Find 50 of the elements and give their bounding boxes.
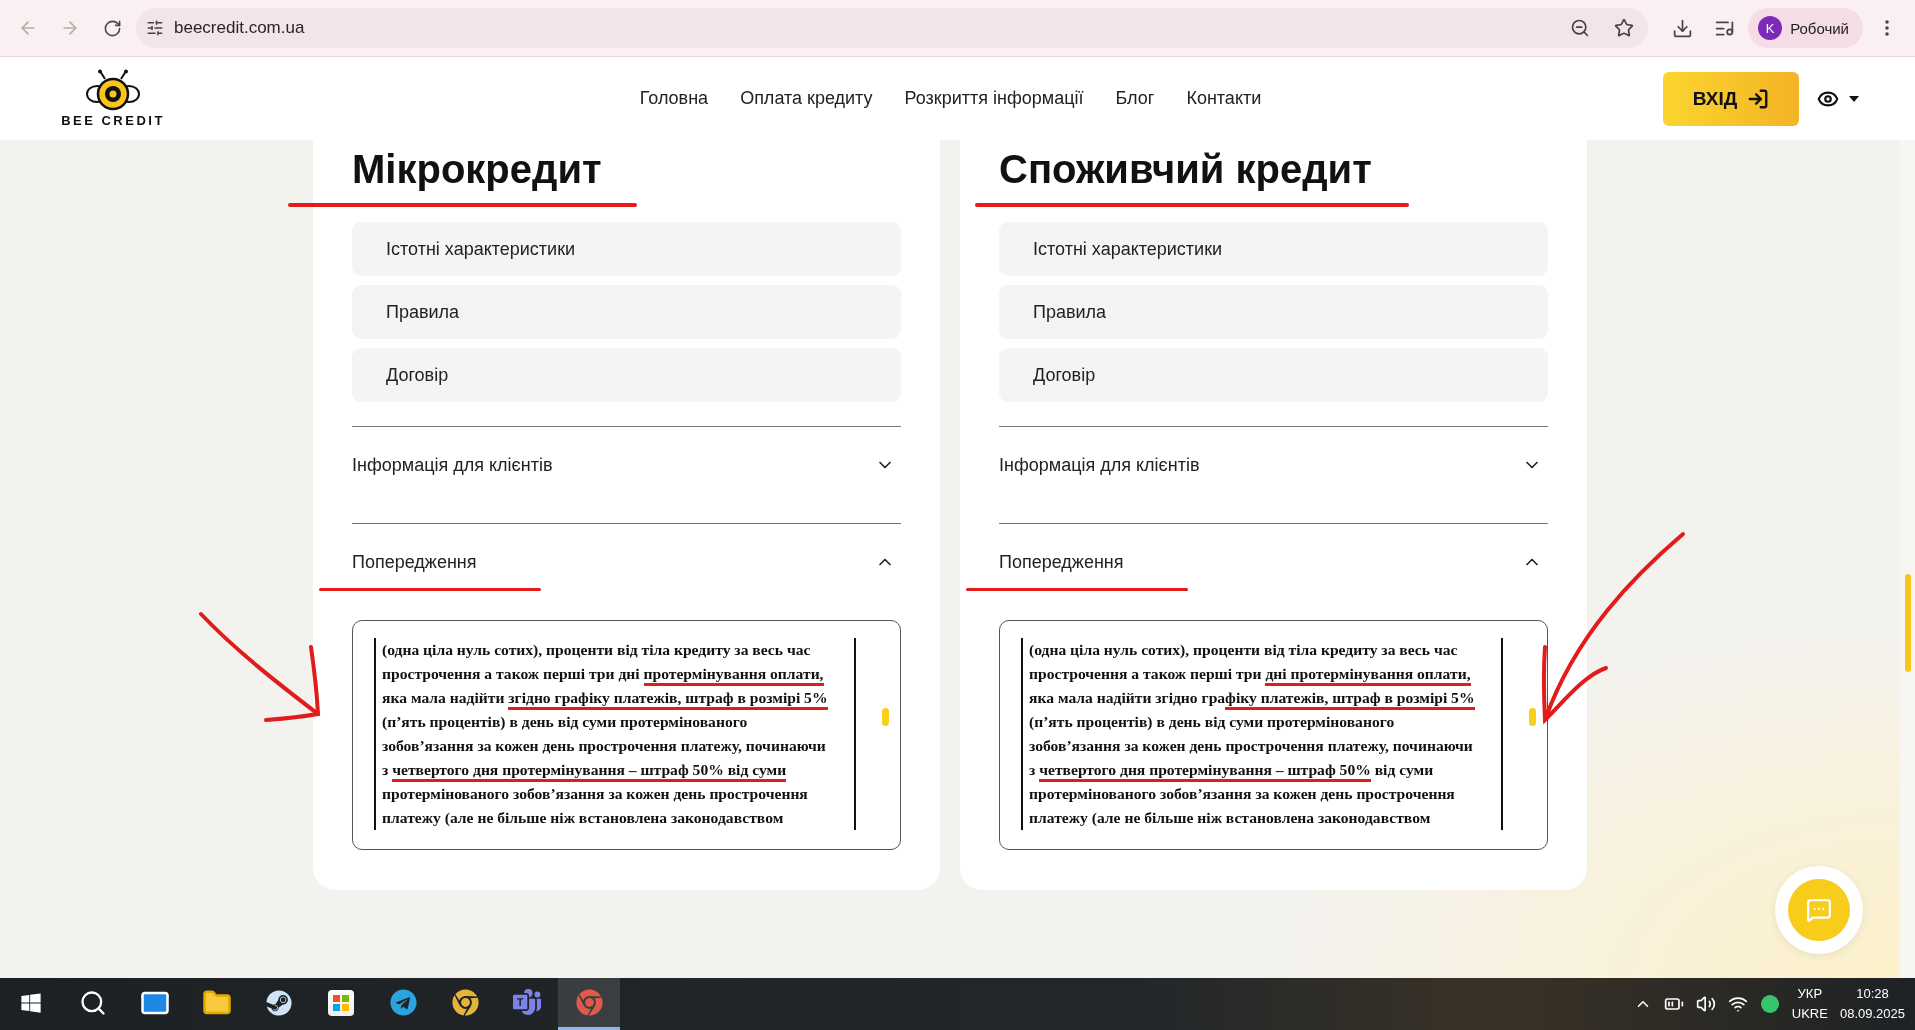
teams-icon (513, 988, 541, 1017)
document-link[interactable]: Правила (999, 285, 1548, 339)
document-link[interactable]: Договір (999, 348, 1548, 402)
address-bar[interactable]: beecredit.com.ua (136, 8, 1649, 48)
search-icon (79, 988, 107, 1017)
windows-logo-icon (20, 991, 42, 1014)
reload-icon (102, 18, 122, 38)
chrome-icon (451, 989, 479, 1016)
login-button[interactable]: ВХІД (1663, 71, 1799, 126)
accordion-header[interactable]: Попередження (999, 524, 1548, 620)
document-link[interactable]: Істотні характеристики (352, 222, 901, 276)
logo-text: BEE CREDIT (61, 113, 165, 128)
nav-link[interactable]: Контакти (1186, 88, 1262, 109)
nav-link[interactable]: Блог (1115, 88, 1155, 109)
app-tray-icon[interactable] (1759, 994, 1780, 1014)
zoom-icon[interactable] (1570, 18, 1591, 38)
section-title: Споживчий кредит (999, 146, 1372, 193)
document-link[interactable]: Договір (352, 348, 901, 402)
document-link[interactable]: Істотні характеристики (999, 222, 1548, 276)
document-link[interactable]: Правила (352, 285, 901, 339)
caret-icon (1849, 95, 1859, 102)
chat-icon (1806, 897, 1832, 923)
nav-link[interactable]: Головна (639, 88, 709, 109)
chrome-icon (575, 989, 603, 1016)
accordion-header[interactable]: Інформація для клієнтів (352, 427, 901, 523)
bee-logo-icon (85, 69, 141, 111)
steam-icon (266, 989, 292, 1016)
nav-link[interactable]: Розкриття інформації (904, 88, 1084, 109)
clock[interactable]: 10:28 08.09.2025 (1839, 984, 1905, 1024)
profile-button[interactable]: K Робочий (1748, 8, 1863, 48)
accordion-header[interactable]: Попередження (352, 524, 901, 620)
site-settings-icon[interactable] (146, 19, 164, 37)
scrollbar-thumb[interactable] (1905, 574, 1911, 672)
menu-dots-icon (1885, 20, 1889, 36)
warning-paragraph: (одна ціла нуль сотих), проценти від тіла кредиту за весь час прострочення а також перші три дні протермінування оплати, яка мала надійти згідно графіку платежів, штраф в розмірі 5% (п’ять процентів) в день від суми протермінованого зобов’язання за кожен день прострочення платежу, починаючи з четвертого дня протермінування – штраф 50% від суми протермінованого зобов’язання за кожен день прострочення платежу (але не більше ніж встановлена законодавством (1029, 640, 1476, 828)
store-icon (328, 989, 354, 1016)
login-icon (1747, 87, 1770, 110)
section-title: Мікрокредит (352, 146, 602, 193)
wifi-icon[interactable] (1727, 994, 1748, 1014)
volume-icon[interactable] (1695, 994, 1716, 1014)
scrollbar-thumb[interactable] (882, 708, 889, 726)
bookmark-star-icon[interactable] (1614, 18, 1635, 38)
nav-link[interactable]: Оплата кредиту (740, 88, 873, 109)
accordion-header[interactable]: Інформація для клієнтів (999, 427, 1548, 523)
scrollbar-thumb[interactable] (1529, 708, 1536, 726)
telegram-icon (389, 989, 417, 1016)
profile-avatar: K (1758, 16, 1783, 40)
download-icon (1671, 17, 1693, 39)
warning-paragraph: (одна ціла нуль сотих), проценти від тіла кредиту за весь час прострочення а також перші три дні протермінування оплати, яка мала надійти згідно графіку платежів, штраф в розмірі 5% (п’ять процентів) в день від суми протермінованого зобов’язання за кожен день прострочення платежу, починаючи з четвертого дня протермінування – штраф 50% від суми протермінованого зобов’язання за кожен день прострочення платежу (але не більше ніж встановлена законодавством (382, 640, 829, 828)
language-indicator[interactable]: УКР UKRE (1791, 984, 1828, 1024)
